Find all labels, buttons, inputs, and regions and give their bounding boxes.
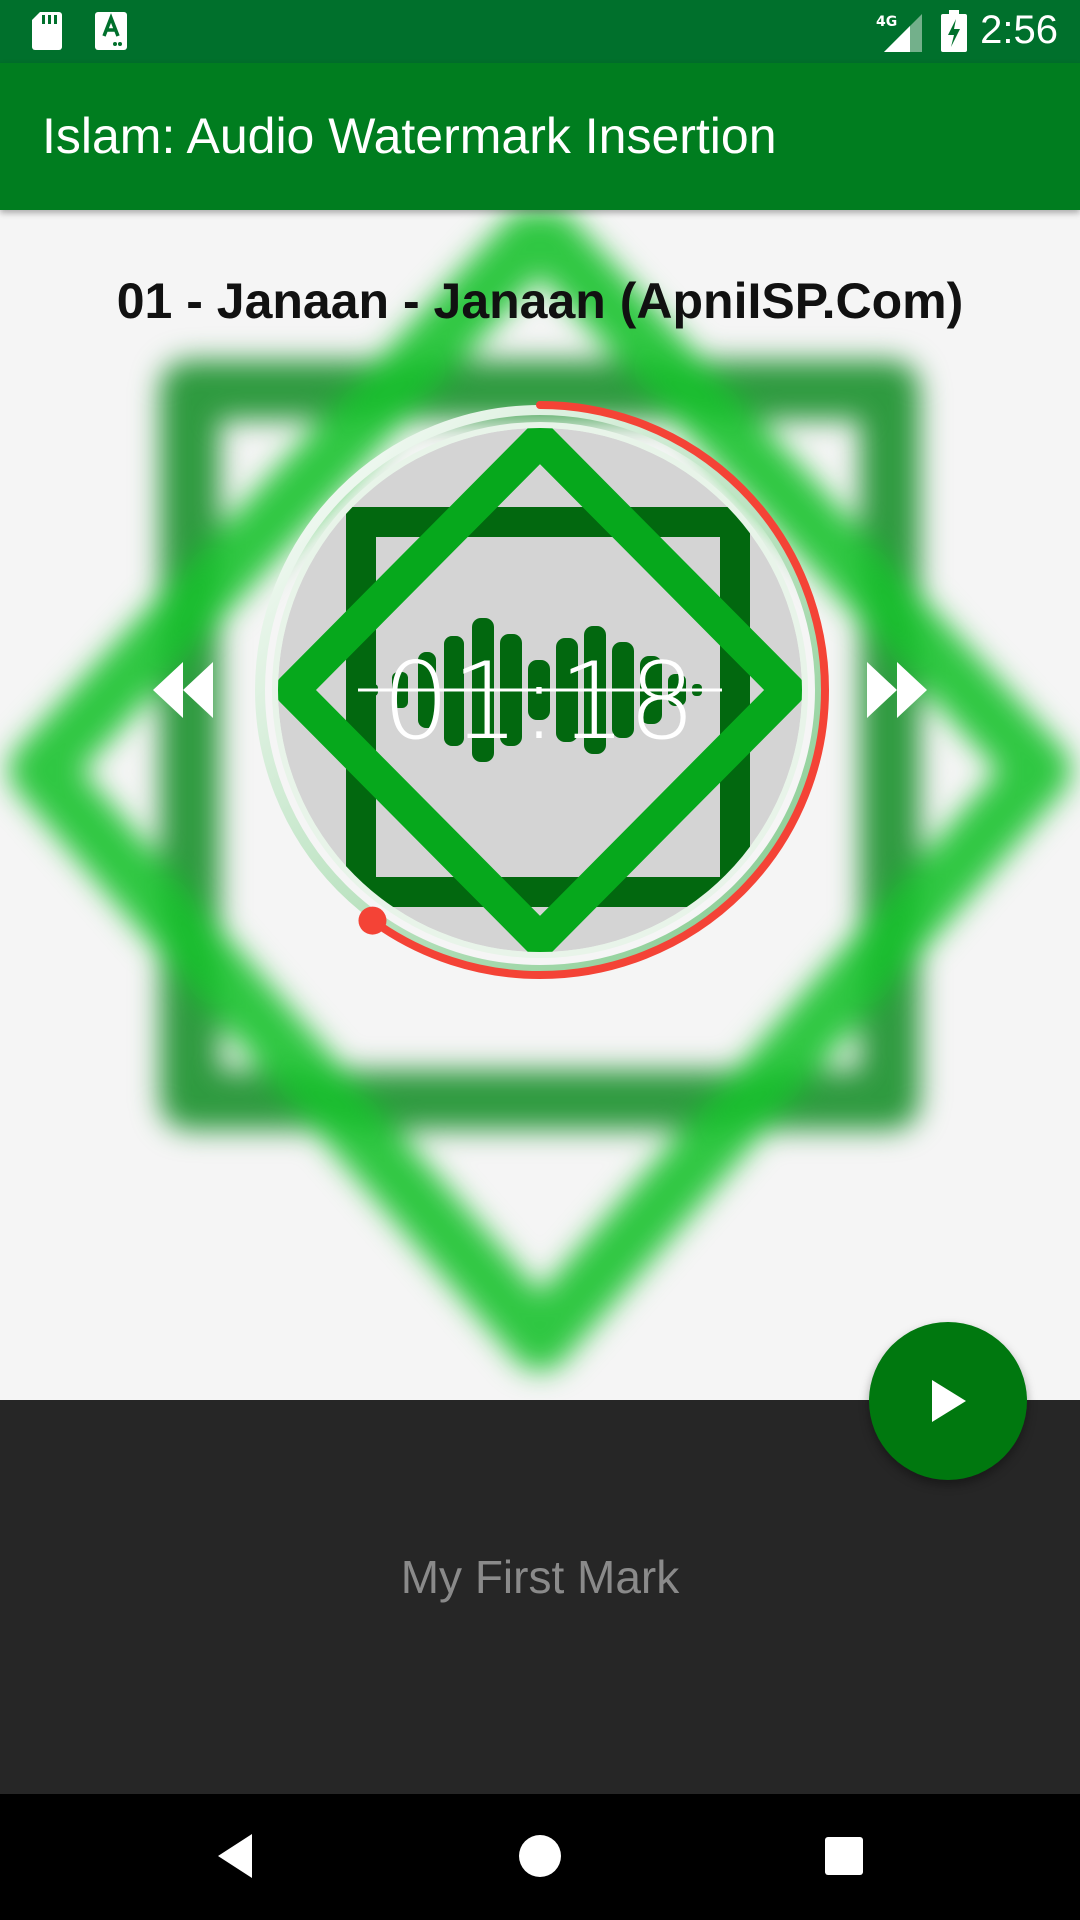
rewind-button[interactable] xyxy=(150,660,220,720)
progress-thumb[interactable] xyxy=(358,906,387,935)
status-time: 2:56 xyxy=(980,8,1058,52)
recents-icon xyxy=(825,1837,863,1875)
fast-forward-icon xyxy=(867,662,927,718)
app-title: Islam: Audio Watermark Insertion xyxy=(42,108,777,164)
nav-back-button[interactable] xyxy=(168,1794,308,1920)
sd-card-icon xyxy=(32,12,62,50)
fast-rewind-icon xyxy=(153,662,213,718)
song-title: 01 - Janaan - Janaan (ApniISP.Com) xyxy=(116,273,964,329)
svg-text:4G: 4G xyxy=(876,14,897,30)
nav-recents-button[interactable] xyxy=(774,1794,914,1920)
elapsed-time: 01:18 xyxy=(382,640,698,763)
mark-name[interactable]: My First Mark xyxy=(0,1550,1080,1604)
forward-button[interactable] xyxy=(860,660,930,720)
keyboard-a-icon xyxy=(95,12,127,50)
battery-charging-icon xyxy=(941,10,967,52)
nav-home-button[interactable] xyxy=(470,1794,610,1920)
status-bar: 4G 2:56 xyxy=(0,0,1080,63)
play-icon xyxy=(932,1380,966,1422)
circular-player: 01:18 xyxy=(240,390,840,990)
back-icon xyxy=(218,1834,252,1878)
player-content: 01 - Janaan - Janaan (ApniISP.Com) 01:18 xyxy=(0,210,1080,1400)
home-icon xyxy=(519,1835,561,1877)
navigation-bar xyxy=(0,1794,1080,1920)
app-bar: Islam: Audio Watermark Insertion xyxy=(0,63,1080,210)
play-button[interactable] xyxy=(869,1322,1027,1480)
signal-4g-icon: 4G xyxy=(876,14,922,52)
